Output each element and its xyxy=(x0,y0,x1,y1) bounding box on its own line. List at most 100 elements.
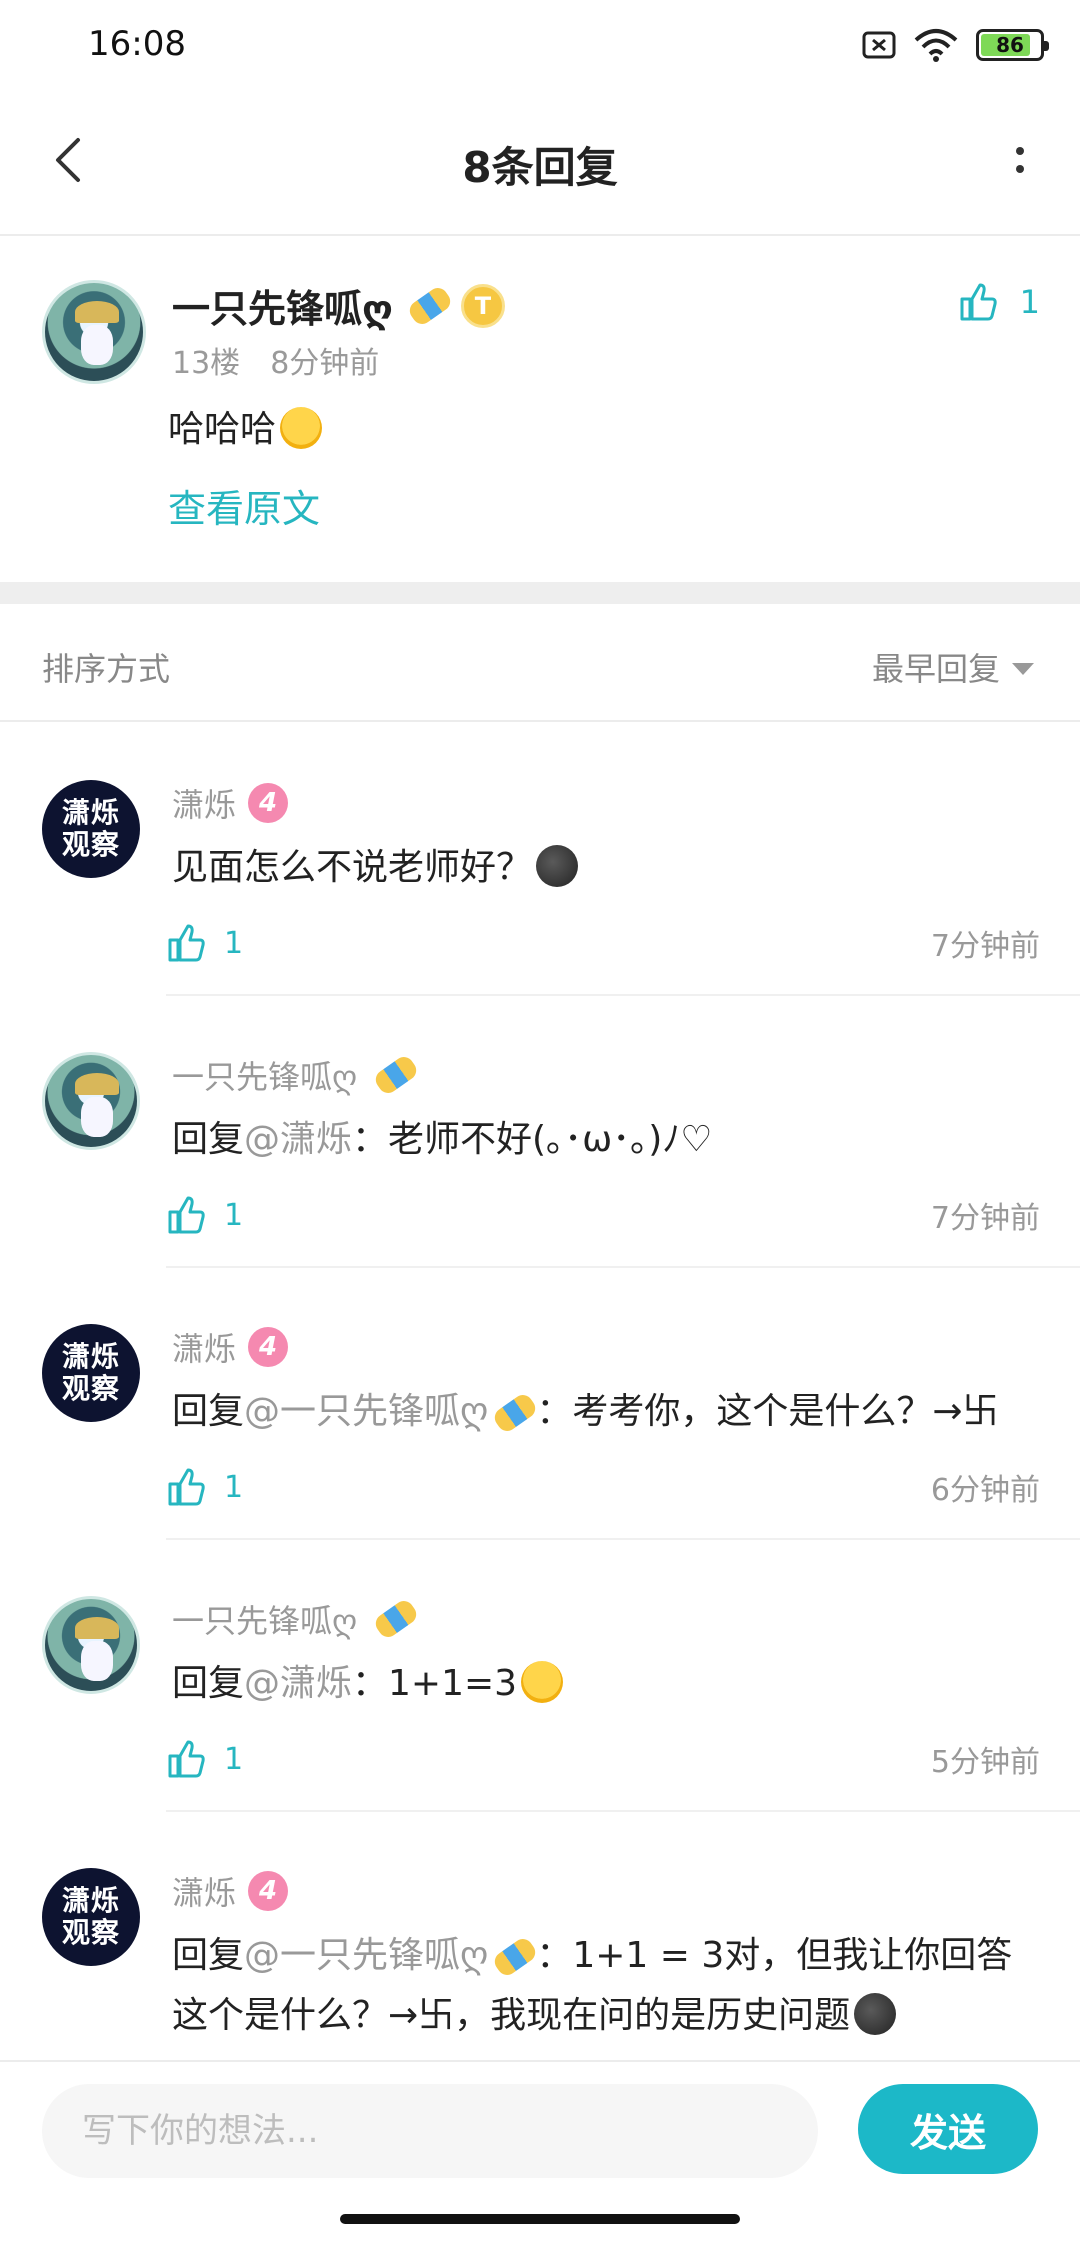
avatar-text: 观察 xyxy=(61,1372,120,1405)
thumbs-up-icon xyxy=(960,283,997,321)
candy-icon xyxy=(372,1597,421,1641)
avatar-text: 潇烁 xyxy=(61,1884,120,1917)
like-button[interactable]: 1 xyxy=(166,1467,243,1507)
like-button[interactable]: 1 xyxy=(166,1739,243,1779)
send-button[interactable]: 发送 xyxy=(858,2084,1038,2174)
reply-list: 潇烁 观察 潇烁 4 见面怎么不说老师好？ 1 7分钟前 一只先锋呱ღ 回复@潇… xyxy=(0,724,1080,2172)
reply-author[interactable]: 潇烁 4 xyxy=(172,780,289,826)
author-badge: T xyxy=(460,283,505,328)
mention-link[interactable]: @潇烁 xyxy=(244,1663,352,1704)
dot-icon xyxy=(1016,165,1024,173)
reply-author[interactable]: 一只先锋呱ღ xyxy=(172,1596,421,1642)
main-like-button[interactable]: 1 xyxy=(958,282,1040,322)
author-name: 一只先锋呱ღ xyxy=(172,1058,358,1096)
avatar-text: 观察 xyxy=(61,828,120,861)
header: 8条回复 xyxy=(0,90,1080,236)
reply-author[interactable]: 一只先锋呱ღ xyxy=(172,1052,421,1098)
grinning-emoji-icon xyxy=(521,1661,564,1703)
avatar[interactable] xyxy=(42,1596,140,1694)
page-title: 8条回复 xyxy=(462,143,618,192)
reply-prefix: 回复 xyxy=(172,1935,245,1976)
reply-time: 7分钟前 xyxy=(930,929,1040,964)
like-count: 1 xyxy=(224,1197,244,1233)
candy-icon xyxy=(491,1391,540,1435)
main-comment: 一只先锋呱ღ T 13楼 8分钟前 哈哈哈 查看原文 1 xyxy=(0,238,1080,582)
status-bar: 16:08 86 xyxy=(0,0,1080,90)
reply-footer: 1 5分钟前 xyxy=(166,1734,1040,1784)
reply-time: 5分钟前 xyxy=(930,1745,1040,1780)
sort-selected: 最早回复 xyxy=(871,650,1000,688)
avatar[interactable] xyxy=(42,280,146,384)
reply-author[interactable]: 潇烁 4 xyxy=(172,1324,289,1370)
reply-content: 见面怎么不说老师好？ xyxy=(172,847,533,888)
candy-icon xyxy=(491,1935,540,1979)
reply-prefix: 回复 xyxy=(172,1119,245,1160)
main-comment-author[interactable]: 一只先锋呱ღ T xyxy=(172,278,505,333)
main-comment-text: 哈哈哈 xyxy=(168,400,323,452)
author-name: 潇烁 xyxy=(172,1330,237,1368)
reply-time: 7分钟前 xyxy=(930,1201,1040,1236)
sim-off-icon xyxy=(862,31,896,59)
status-time: 16:08 xyxy=(88,24,186,64)
reply-text: 回复@一只先锋呱ღ ：考考你，这个是什么？→卐 xyxy=(172,1382,1040,1442)
sort-label: 排序方式 xyxy=(42,650,171,688)
avatar-text: 潇烁 xyxy=(61,796,120,829)
level-badge: 4 xyxy=(248,783,289,823)
reply-content: ：考考你，这个是什么？→卐 xyxy=(536,1391,999,1432)
sort-bar: 排序方式 最早回复 xyxy=(0,604,1080,722)
sort-dropdown[interactable]: 最早回复 xyxy=(872,644,1034,690)
like-button[interactable]: 1 xyxy=(166,923,243,963)
caret-down-icon xyxy=(1012,663,1034,675)
floor-label: 13楼 xyxy=(172,346,241,381)
author-name: 一只先锋呱ღ xyxy=(172,1602,358,1640)
dot-icon xyxy=(1016,147,1024,155)
wifi-icon xyxy=(914,29,958,62)
avatar[interactable] xyxy=(42,1052,140,1150)
laughing-emoji-icon xyxy=(280,407,323,449)
like-count: 1 xyxy=(224,1741,244,1777)
avatar-text: 观察 xyxy=(61,1916,120,1949)
candy-icon xyxy=(372,1053,421,1097)
comment-input[interactable] xyxy=(42,2084,818,2178)
main-comment-meta: 13楼 8分钟前 xyxy=(172,338,379,382)
list-item: 一只先锋呱ღ 回复@潇烁：老师不好(｡･ω･｡)ﾉ♡ 1 7分钟前 xyxy=(0,996,1080,1268)
thumbs-up-icon xyxy=(168,1740,205,1778)
level-badge: 4 xyxy=(248,1871,289,1911)
list-item: 潇烁 观察 潇烁 4 回复@一只先锋呱ღ ：考考你，这个是什么？→卐 1 6分钟前 xyxy=(0,1268,1080,1540)
reply-text: 回复@潇烁：1+1=3 xyxy=(172,1654,1040,1714)
like-count: 1 xyxy=(1019,283,1040,321)
reply-content: ：1+1=3 xyxy=(352,1663,518,1704)
comment-input-bar: 发送 xyxy=(0,2060,1080,2200)
like-button[interactable]: 1 xyxy=(166,1195,243,1235)
smirk-emoji-icon xyxy=(536,845,579,887)
reply-text: 见面怎么不说老师好？ xyxy=(172,838,1040,898)
home-indicator[interactable] xyxy=(340,2214,740,2224)
more-options-button[interactable] xyxy=(990,130,1050,190)
mention-link[interactable]: @潇烁 xyxy=(244,1119,352,1160)
avatar[interactable]: 潇烁 观察 xyxy=(42,1324,140,1422)
avatar-text: 潇烁 xyxy=(61,1340,120,1373)
reply-time: 6分钟前 xyxy=(930,1473,1040,1508)
section-divider xyxy=(0,582,1080,604)
thumbs-up-icon xyxy=(168,1468,205,1506)
reply-author[interactable]: 潇烁 4 xyxy=(172,1868,289,1914)
avatar[interactable]: 潇烁 观察 xyxy=(42,780,140,878)
reply-text: 回复@潇烁：老师不好(｡･ω･｡)ﾉ♡ xyxy=(172,1110,1040,1170)
thumbs-up-icon xyxy=(168,924,205,962)
reply-footer: 1 6分钟前 xyxy=(166,1462,1040,1512)
author-name: 潇烁 xyxy=(172,1874,237,1912)
battery-level: 86 xyxy=(996,33,1024,57)
author-name: 潇烁 xyxy=(172,786,237,824)
like-count: 1 xyxy=(224,925,244,961)
mention-link[interactable]: @一只先锋呱ღ xyxy=(244,1935,488,1976)
like-count: 1 xyxy=(224,1469,244,1505)
mention-link[interactable]: @一只先锋呱ღ xyxy=(244,1391,488,1432)
view-original-link[interactable]: 查看原文 xyxy=(168,478,320,533)
status-icons: 86 xyxy=(862,28,1049,62)
avatar[interactable]: 潇烁 观察 xyxy=(42,1868,140,1966)
list-item: 一只先锋呱ღ 回复@潇烁：1+1=3 1 5分钟前 xyxy=(0,1540,1080,1812)
author-name: 一只先锋呱ღ xyxy=(172,287,393,331)
battery-icon: 86 xyxy=(976,29,1049,61)
thumbs-up-icon xyxy=(168,1196,205,1234)
reply-prefix: 回复 xyxy=(172,1391,245,1432)
